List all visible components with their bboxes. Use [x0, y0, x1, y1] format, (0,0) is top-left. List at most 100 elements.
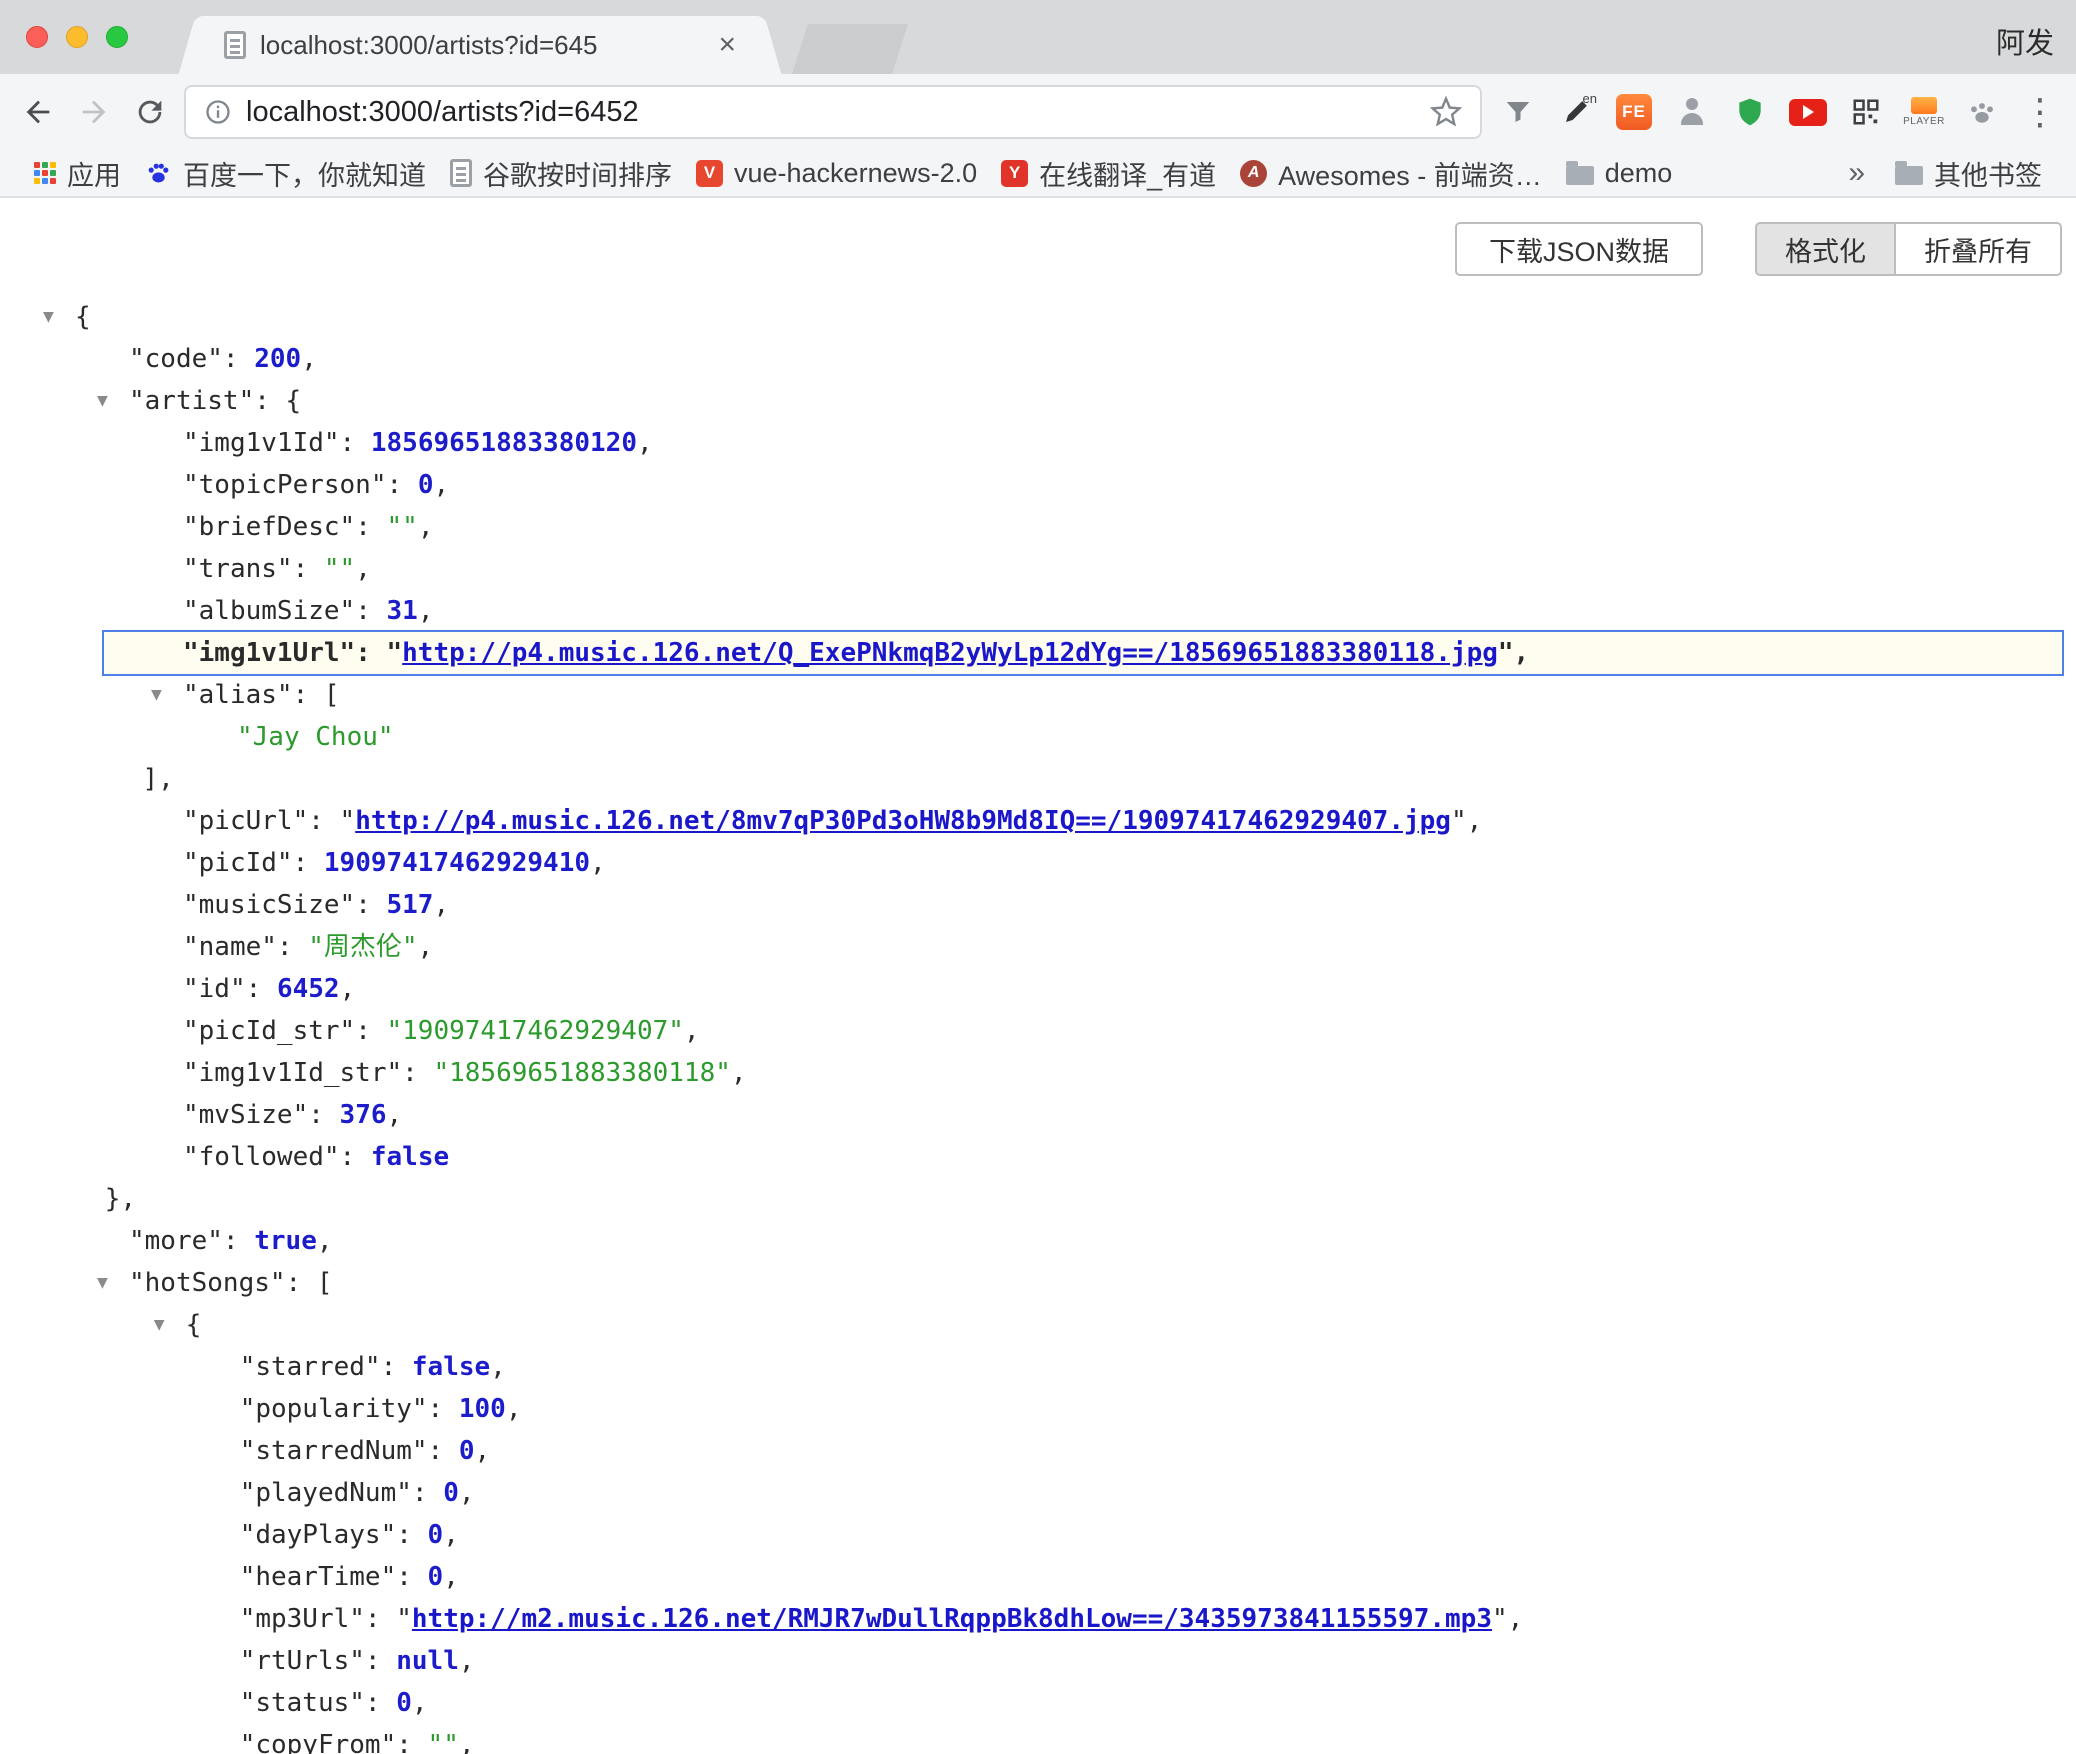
profile-extension-icon[interactable] [1666, 84, 1718, 140]
json-token-punct: : [381, 1352, 412, 1382]
collapse-toggle-icon[interactable]: ▼ [151, 674, 162, 716]
bookmark-label: vue-hackernews-2.0 [734, 158, 977, 189]
filter-extension-icon[interactable] [1492, 84, 1544, 140]
bookmark-label: 在线翻译_有道 [1039, 154, 1216, 193]
bookmark-demo[interactable]: demo [1554, 153, 1685, 193]
json-token-number: 0 [428, 1520, 444, 1550]
json-token-punct: : [387, 470, 418, 500]
other-bookmarks-label: 其他书签 [1934, 154, 2042, 193]
awesomes-favicon: A [1240, 160, 1267, 187]
bookmark-apps[interactable]: 应用 [22, 153, 133, 193]
json-token-punct: : [355, 1016, 386, 1046]
browser-tab[interactable]: localhost:3000/artists?id=645 × [200, 16, 760, 74]
json-line: "playedNum": 0, [0, 1472, 2076, 1514]
json-token-key: "playedNum" [240, 1478, 412, 1508]
json-token-punct: : [355, 512, 386, 542]
collapse-toggle-icon[interactable]: ▼ [43, 296, 54, 338]
forward-button[interactable] [66, 84, 122, 140]
new-tab-button[interactable] [792, 24, 908, 74]
json-token-string: "19097417462929407" [387, 1016, 684, 1046]
json-line: "more": true, [0, 1220, 2076, 1262]
json-token-keyword: false [412, 1352, 490, 1382]
json-url-link[interactable]: http://p4.music.126.net/Q_ExePNkmqB2yWyL… [402, 638, 1498, 668]
player-extension-icon[interactable]: PLAYER [1898, 84, 1950, 140]
translate-pen-extension-icon[interactable]: en [1550, 84, 1602, 140]
json-token-string: "" [428, 1730, 459, 1754]
collapse-toggle-icon[interactable]: ▼ [97, 1262, 108, 1304]
reload-button[interactable] [122, 84, 178, 140]
bookmark-google-sort[interactable]: 谷歌按时间排序 [438, 153, 684, 193]
browser-menu-icon[interactable]: ⋮ [2014, 84, 2066, 140]
bookmarks-overflow-chevron[interactable]: » [1830, 156, 1883, 190]
json-token-key: "briefDesc" [183, 512, 355, 542]
json-line: "img1v1Id": 18569651883380120, [0, 422, 2076, 464]
player-label: PLAYER [1903, 116, 1945, 127]
json-token-number: 19097417462929410 [324, 848, 590, 878]
shield-extension-icon[interactable] [1724, 84, 1776, 140]
bookmark-vue-hackernews[interactable]: V vue-hackernews-2.0 [684, 153, 989, 193]
json-token-key: "code" [129, 344, 223, 374]
json-token-key: "mp3Url" [240, 1604, 365, 1634]
bookmark-awesomes[interactable]: A Awesomes - 前端资… [1228, 153, 1554, 193]
youtube-extension-icon[interactable] [1782, 84, 1834, 140]
json-token-number: 0 [443, 1478, 459, 1508]
close-window-button[interactable] [26, 26, 48, 48]
json-line: "musicSize": 517, [0, 884, 2076, 926]
apps-grid-icon [34, 162, 56, 184]
bookmark-label: 应用 [67, 154, 121, 193]
json-token-number: 0 [428, 1562, 444, 1592]
url-text[interactable]: localhost:3000/artists?id=6452 [246, 96, 639, 129]
tab-close-icon[interactable]: × [718, 30, 736, 60]
json-token-number: 376 [340, 1100, 387, 1130]
json-token-key: "mvSize" [183, 1100, 308, 1130]
json-token-punct: { [75, 302, 91, 332]
bookmark-youdao[interactable]: Y 在线翻译_有道 [989, 153, 1228, 193]
collapse-toggle-icon[interactable]: ▼ [97, 380, 108, 422]
json-token-punct: }, [105, 1184, 136, 1214]
format-button[interactable]: 格式化 [1755, 222, 1895, 276]
json-token-key: "picUrl" [183, 806, 308, 836]
back-button[interactable] [10, 84, 66, 140]
fullscreen-window-button[interactable] [106, 26, 128, 48]
tab-title: localhost:3000/artists?id=645 [260, 30, 598, 61]
qr-code-extension-icon[interactable] [1840, 84, 1892, 140]
json-token-key: "picId" [183, 848, 293, 878]
json-token-punct: , [475, 1436, 491, 1466]
json-token-punct: ", [1451, 806, 1482, 836]
json-tree: ▼{"code": 200,▼"artist": {"img1v1Id": 18… [0, 276, 2076, 1754]
json-token-punct: : " [365, 1604, 412, 1634]
bookmark-baidu[interactable]: 百度一下，你就知道 [133, 153, 438, 193]
json-token-keyword: null [396, 1646, 459, 1676]
json-line: "followed": false [0, 1136, 2076, 1178]
json-url-link[interactable]: http://p4.music.126.net/8mv7qP30Pd3oHW8b… [355, 806, 1451, 836]
json-token-punct: : [ [286, 1268, 333, 1298]
json-line: ▼"alias": [ [0, 674, 2076, 716]
json-token-punct: , [459, 1730, 475, 1754]
json-token-key: "img1v1Id" [183, 428, 340, 458]
json-line: ], [0, 758, 2076, 800]
baidu-paw-icon [145, 160, 172, 187]
collapse-toggle-icon[interactable]: ▼ [154, 1304, 165, 1346]
site-info-icon[interactable] [204, 98, 232, 126]
vue-favicon: V [696, 160, 723, 187]
json-line: }, [0, 1178, 2076, 1220]
navigation-bar: localhost:3000/artists?id=6452 en FE [0, 74, 2076, 150]
fehelper-extension-icon[interactable]: FE [1608, 84, 1660, 140]
json-token-punct: : [308, 1100, 339, 1130]
other-bookmarks[interactable]: 其他书签 [1883, 153, 2054, 193]
bookmark-star-icon[interactable] [1430, 96, 1462, 128]
json-token-punct: , [490, 1352, 506, 1382]
address-bar[interactable]: localhost:3000/artists?id=6452 [184, 85, 1482, 139]
json-token-punct: , [443, 1562, 459, 1592]
folder-icon [1895, 166, 1923, 185]
folder-icon [1566, 166, 1594, 185]
download-json-button[interactable]: 下载JSON数据 [1455, 222, 1703, 276]
window-controls [26, 26, 128, 48]
collapse-all-button[interactable]: 折叠所有 [1895, 222, 2062, 276]
json-url-link[interactable]: http://m2.music.126.net/RMJR7wDullRqppBk… [412, 1604, 1492, 1634]
json-token-punct: : [412, 1478, 443, 1508]
json-token-number: 0 [396, 1688, 412, 1718]
minimize-window-button[interactable] [66, 26, 88, 48]
paw-extension-icon[interactable] [1956, 84, 2008, 140]
json-token-number: 100 [459, 1394, 506, 1424]
